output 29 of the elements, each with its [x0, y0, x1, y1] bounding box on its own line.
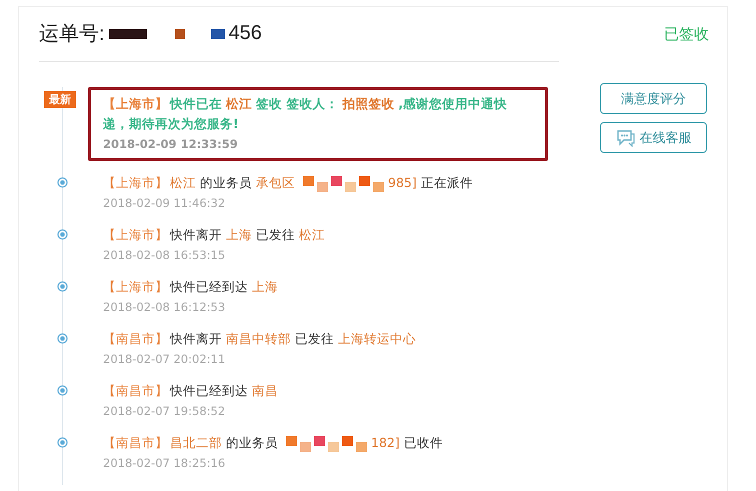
timestamp: 2018-02-07 18:25:16: [103, 455, 226, 472]
place-name: 松江: [170, 175, 196, 190]
event-text: 【上海市】 快件已在 松江 签收 签收人： 拍照签收 ,感谢您使用中通快递，期待再次为您服务!: [103, 95, 508, 133]
event-text: 的业务员: [200, 175, 252, 190]
latest-badge: 最新: [44, 91, 76, 108]
status-label: 已签收: [664, 24, 709, 44]
waybill-label: 运单号:: [39, 22, 105, 47]
timestamp: 2018-02-09 11:46:32: [103, 195, 226, 212]
city-label: 【南昌市】: [103, 435, 168, 450]
timestamp: 2018-02-07 20:02:11: [103, 351, 226, 368]
event-text: 【上海市】 快件已经到达 上海: [103, 278, 279, 296]
timestamp: 2018-02-08 16:12:53: [103, 299, 226, 316]
rating-button[interactable]: 满意度评分: [600, 83, 707, 114]
event-text: 已收件: [404, 435, 443, 450]
event-text: 【南昌市】 快件已经到达 南昌: [103, 382, 279, 400]
event-text: 【上海市】 快件离开 上海 已发往 松江: [103, 226, 326, 244]
place-name: 182]: [371, 435, 400, 450]
place-name: 985]: [388, 175, 417, 190]
event-text: 【南昌市】 快件离开 南昌中转部 已发往 上海转运中心: [103, 330, 417, 348]
event-text: 的业务员: [226, 435, 278, 450]
chat-button[interactable]: 在线客服: [600, 122, 707, 153]
timestamp: 2018-02-07 19:58:52: [103, 403, 226, 420]
waybill-number: 456: [228, 22, 262, 45]
timestamp: 2018-02-09 12:33:59: [103, 136, 239, 153]
place-name: 昌北二部: [170, 435, 222, 450]
event-text: 正在派件: [420, 175, 473, 190]
timestamp: 2018-02-08 16:53:15: [103, 247, 226, 264]
city-label: 【上海市】: [103, 175, 168, 190]
place-name: 承包区: [256, 175, 295, 190]
